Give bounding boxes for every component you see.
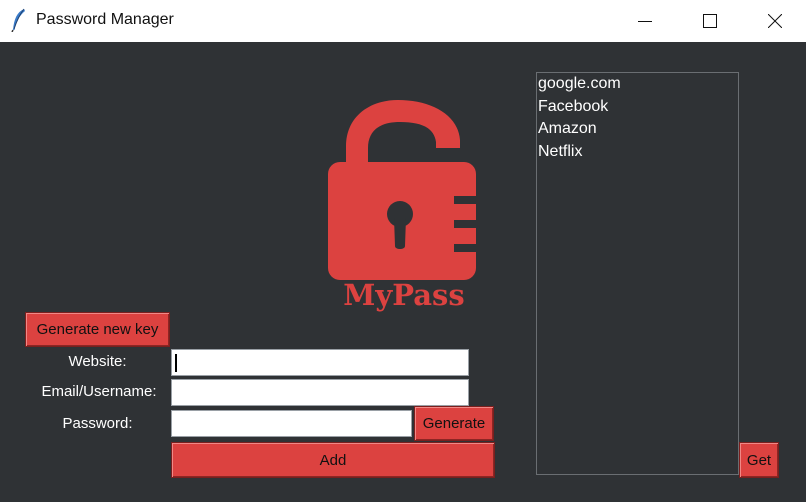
main-window: MyPass Generate new key Website: Email/U… <box>0 42 806 502</box>
maximize-icon <box>703 14 717 28</box>
maximize-button[interactable] <box>687 0 733 42</box>
logo: MyPass <box>326 100 482 320</box>
password-field[interactable] <box>172 411 411 436</box>
feather-icon <box>11 8 27 33</box>
window-title: Password Manager <box>36 11 174 28</box>
email-username-label: Email/Username: <box>41 383 157 400</box>
generate-password-button[interactable]: Generate <box>414 406 494 441</box>
list-item[interactable]: Netflix <box>537 141 738 164</box>
minimize-button[interactable] <box>622 0 668 42</box>
list-item[interactable]: Facebook <box>537 96 738 119</box>
website-label: Website: <box>68 353 127 370</box>
password-field-box <box>171 410 412 437</box>
list-item[interactable]: google.com <box>537 73 738 96</box>
password-label: Password: <box>62 415 133 432</box>
generate-new-key-button[interactable]: Generate new key <box>25 312 170 347</box>
logo-text: MyPass <box>343 278 465 312</box>
get-button[interactable]: Get <box>739 442 779 478</box>
close-icon <box>768 14 782 28</box>
title-bar: Password Manager <box>0 0 806 42</box>
email-field-box <box>171 379 469 406</box>
email-username-field[interactable] <box>172 380 468 405</box>
website-field-box <box>171 349 469 376</box>
minimize-icon <box>638 14 652 28</box>
text-cursor <box>175 354 177 372</box>
close-button[interactable] <box>752 0 798 42</box>
add-button[interactable]: Add <box>171 442 495 478</box>
sites-listbox[interactable]: google.com Facebook Amazon Netflix <box>536 72 739 475</box>
list-item[interactable]: Amazon <box>537 118 738 141</box>
website-field[interactable] <box>172 350 468 375</box>
